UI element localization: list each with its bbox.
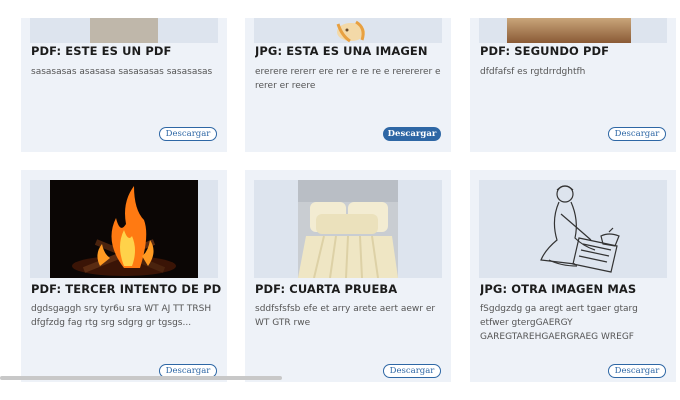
- card-description: sasasasas asasasa sasasasas sasasasas: [31, 67, 213, 77]
- file-card: JPG: OTRA IMAGEN MAS fSgdgzdg ga aregt a…: [470, 170, 676, 382]
- file-card: PDF: ESTE ES UN PDF sasasasas asasasa sa…: [21, 18, 227, 152]
- file-card: JPG: ESTA ES UNA IMAGEN ererere rererr e…: [245, 18, 451, 152]
- pdf-thumbnail-image: [30, 18, 218, 43]
- cartoon-dog-image: [254, 18, 442, 43]
- file-card: PDF: CUARTA PRUEBA sddfsfsfsb efe et arr…: [245, 170, 451, 382]
- download-button[interactable]: Descargar: [383, 127, 441, 141]
- horizontal-scrollbar[interactable]: [0, 376, 282, 380]
- card-description: ererere rererr ere rer e re re e rererer…: [255, 67, 441, 91]
- file-card: PDF: SEGUNDO PDF dfdfafsf es rgtdrrdghtf…: [470, 18, 676, 152]
- card-title: PDF: ESTE ES UN PDF: [31, 44, 172, 58]
- woman-sketch-image: [479, 180, 667, 278]
- card-title: PDF: SEGUNDO PDF: [480, 44, 610, 58]
- download-button[interactable]: Descargar: [383, 364, 441, 378]
- file-card: PDF: TERCER INTENTO DE PDF dgdsgaggh sry…: [21, 170, 227, 382]
- card-title: JPG: OTRA IMAGEN MAS: [480, 282, 637, 296]
- card-title: JPG: ESTA ES UNA IMAGEN: [255, 44, 428, 58]
- download-button[interactable]: Descargar: [608, 364, 666, 378]
- download-button[interactable]: Descargar: [608, 127, 666, 141]
- card-title: PDF: CUARTA PRUEBA: [255, 282, 398, 296]
- card-description: dfdfafsf es rgtdrrdghtfh: [480, 67, 586, 77]
- card-description: fSgdgzdg ga aregt aert tgaer gtarg etfwe…: [480, 304, 638, 342]
- download-button[interactable]: Descargar: [159, 127, 217, 141]
- wood-table-image: [479, 18, 667, 43]
- card-description: dgdsgaggh sry tyr6u sra WT AJ TT TRSH df…: [31, 304, 212, 328]
- card-title: PDF: TERCER INTENTO DE PDF: [31, 282, 221, 296]
- campfire-image: [30, 180, 218, 278]
- bedding-image: [254, 180, 442, 278]
- card-description: sddfsfsfsb efe et arry arete aert aewr e…: [255, 304, 436, 328]
